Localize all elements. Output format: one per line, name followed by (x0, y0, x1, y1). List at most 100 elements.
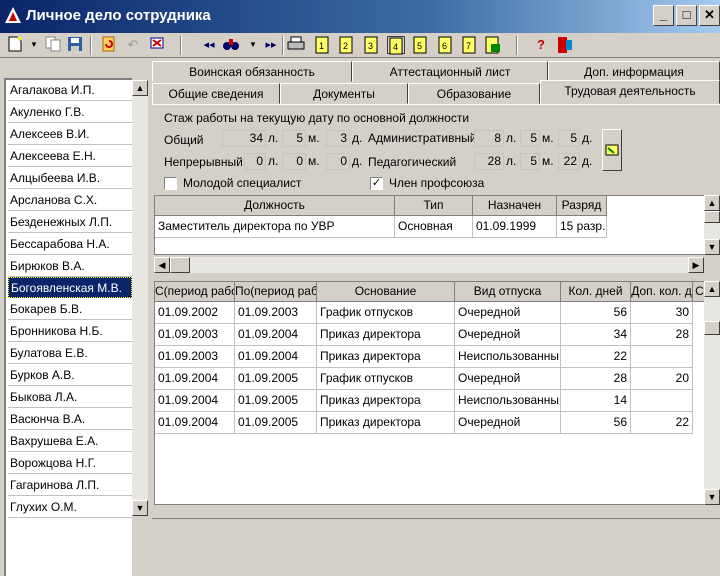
ped-months-field[interactable]: 5 (520, 153, 540, 170)
continuous-days-field[interactable]: 0 (326, 153, 350, 170)
table-cell[interactable]: 30 (631, 302, 693, 324)
refresh-icon[interactable] (100, 36, 118, 54)
table-cell[interactable]: 56 (561, 302, 631, 324)
column-header[interactable]: Тип (395, 196, 473, 216)
employee-list[interactable]: Агалакова И.П. Акуленко Г.В. Алексеев В.… (4, 78, 132, 576)
list-item[interactable]: Алексеева Е.Н. (8, 146, 132, 167)
table-cell[interactable]: 01.09.2004 (235, 346, 317, 368)
table-cell[interactable]: 22 (631, 412, 693, 434)
table-cell[interactable]: Очередной (455, 368, 561, 390)
exit-icon[interactable] (556, 36, 574, 54)
table-cell[interactable]: 01.09.2003 (155, 346, 235, 368)
column-header[interactable]: По(период раб (235, 282, 317, 302)
table-cell[interactable] (631, 346, 693, 368)
export-icon[interactable] (484, 36, 502, 54)
table-cell[interactable]: 01.09.2004 (235, 324, 317, 346)
copy-icon[interactable] (44, 36, 62, 54)
admin-years-field[interactable]: 8 (474, 130, 504, 147)
list-item[interactable]: Алцыбеева И.В. (8, 168, 132, 189)
table-cell[interactable]: Очередной (455, 324, 561, 346)
minimize-button[interactable]: _ (653, 5, 674, 26)
scroll-thumb[interactable] (704, 211, 720, 223)
column-header[interactable]: С(период работ (155, 282, 235, 302)
column-header[interactable]: Разряд (557, 196, 607, 216)
last-record-icon[interactable]: ▸▸ (262, 36, 280, 54)
doc7-icon[interactable]: 7 (460, 36, 478, 54)
table-cell[interactable]: 01.09.2005 (235, 390, 317, 412)
scroll-thumb[interactable] (170, 257, 190, 273)
list-item[interactable]: Бирюков В.А. (8, 256, 132, 277)
calculate-button[interactable] (602, 129, 622, 171)
table-cell[interactable]: 20 (631, 368, 693, 390)
list-item[interactable]: Акуленко Г.В. (8, 102, 132, 123)
list-item[interactable]: Ворожцова Н.Г. (8, 453, 132, 474)
list-item[interactable]: Агалакова И.П. (8, 80, 132, 101)
scroll-thumb[interactable] (704, 321, 720, 335)
scroll-down-icon[interactable]: ▼ (132, 500, 148, 516)
vacations-table[interactable]: С(период работ По(период раб Основание В… (154, 281, 707, 505)
list-item[interactable]: Васюнча В.А. (8, 409, 132, 430)
total-years-field[interactable]: 34 (222, 130, 266, 147)
table-cell[interactable]: 01.09.2002 (155, 302, 235, 324)
continuous-years-field[interactable]: 0 (244, 153, 266, 170)
list-item[interactable]: Бокарев Б.В. (8, 299, 132, 320)
table-cell[interactable]: Очередной (455, 412, 561, 434)
table-cell[interactable]: 01.09.2003 (235, 302, 317, 324)
new-doc-icon[interactable] (6, 36, 24, 54)
column-header[interactable]: Должность (155, 196, 395, 216)
list-item[interactable]: Бурков А.В. (8, 365, 132, 386)
table-cell[interactable]: Основная (395, 216, 473, 238)
tab-documents[interactable]: Документы (280, 83, 408, 104)
table-cell[interactable]: Приказ директора (317, 346, 455, 368)
table-cell[interactable]: 28 (561, 368, 631, 390)
dropdown-icon[interactable]: ▼ (25, 36, 43, 54)
save-icon[interactable] (66, 36, 84, 54)
employee-list-scrollbar[interactable]: ▲ ▼ (132, 80, 148, 516)
table-cell[interactable]: 15 разр. (557, 216, 607, 238)
table-cell[interactable]: 01.09.2004 (155, 390, 235, 412)
column-header[interactable]: Кол. дней (561, 282, 631, 302)
table-cell[interactable]: 01.09.2003 (155, 324, 235, 346)
table-cell[interactable]: 28 (631, 324, 693, 346)
doc3-icon[interactable]: 3 (362, 36, 380, 54)
table-cell[interactable] (631, 390, 693, 412)
admin-days-field[interactable]: 5 (558, 130, 580, 147)
total-days-field[interactable]: 3 (326, 130, 350, 147)
help-icon[interactable]: ? (532, 36, 550, 54)
scroll-up-icon[interactable]: ▲ (132, 80, 148, 96)
doc5-icon[interactable]: 5 (411, 36, 429, 54)
list-item[interactable]: Булатова Е.В. (8, 343, 132, 364)
table-cell[interactable]: 56 (561, 412, 631, 434)
close-button[interactable]: ✕ (699, 5, 720, 26)
first-record-icon[interactable]: ◂◂ (200, 36, 218, 54)
list-item[interactable]: Гагаринова Л.П. (8, 475, 132, 496)
tab-work-activity[interactable]: Трудовая деятельность (540, 80, 720, 104)
tab-education[interactable]: Образование (408, 83, 540, 104)
table-cell[interactable]: 01.09.2004 (155, 412, 235, 434)
tab-attestation[interactable]: Аттестационный лист (352, 61, 548, 82)
table-cell[interactable]: Неиспользованны (455, 346, 561, 368)
list-item[interactable]: Безденежных Л.П. (8, 212, 132, 233)
continuous-months-field[interactable]: 0 (282, 153, 306, 170)
admin-months-field[interactable]: 5 (520, 130, 540, 147)
list-item[interactable]: Бронникова Н.Б. (8, 321, 132, 342)
scroll-down-icon[interactable]: ▼ (704, 239, 720, 255)
list-item[interactable]: Бессарабова Н.А. (8, 234, 132, 255)
tab-additional-info[interactable]: Доп. информация (548, 61, 720, 82)
list-item[interactable]: Глухих О.М. (8, 497, 132, 518)
table-cell[interactable]: 01.09.2005 (235, 412, 317, 434)
tab-military[interactable]: Воинская обязанность (152, 61, 352, 82)
scroll-right-icon[interactable]: ▶ (688, 257, 704, 273)
delete-icon[interactable] (148, 36, 166, 54)
list-item[interactable]: Быкова Л.А. (8, 387, 132, 408)
positions-vscroll[interactable]: ▲ ▼ (704, 195, 720, 255)
union-member-checkbox[interactable]: ✓ (370, 177, 383, 190)
total-months-field[interactable]: 5 (282, 130, 306, 147)
table-cell[interactable]: Приказ директора (317, 412, 455, 434)
doc2-icon[interactable]: 2 (337, 36, 355, 54)
column-header[interactable]: Вид отпуска (455, 282, 561, 302)
find-dropdown-icon[interactable]: ▼ (244, 36, 262, 54)
column-header[interactable]: Доп. кол. д (631, 282, 693, 302)
table-cell[interactable]: 01.09.2005 (235, 368, 317, 390)
table-cell[interactable]: Приказ директора (317, 390, 455, 412)
